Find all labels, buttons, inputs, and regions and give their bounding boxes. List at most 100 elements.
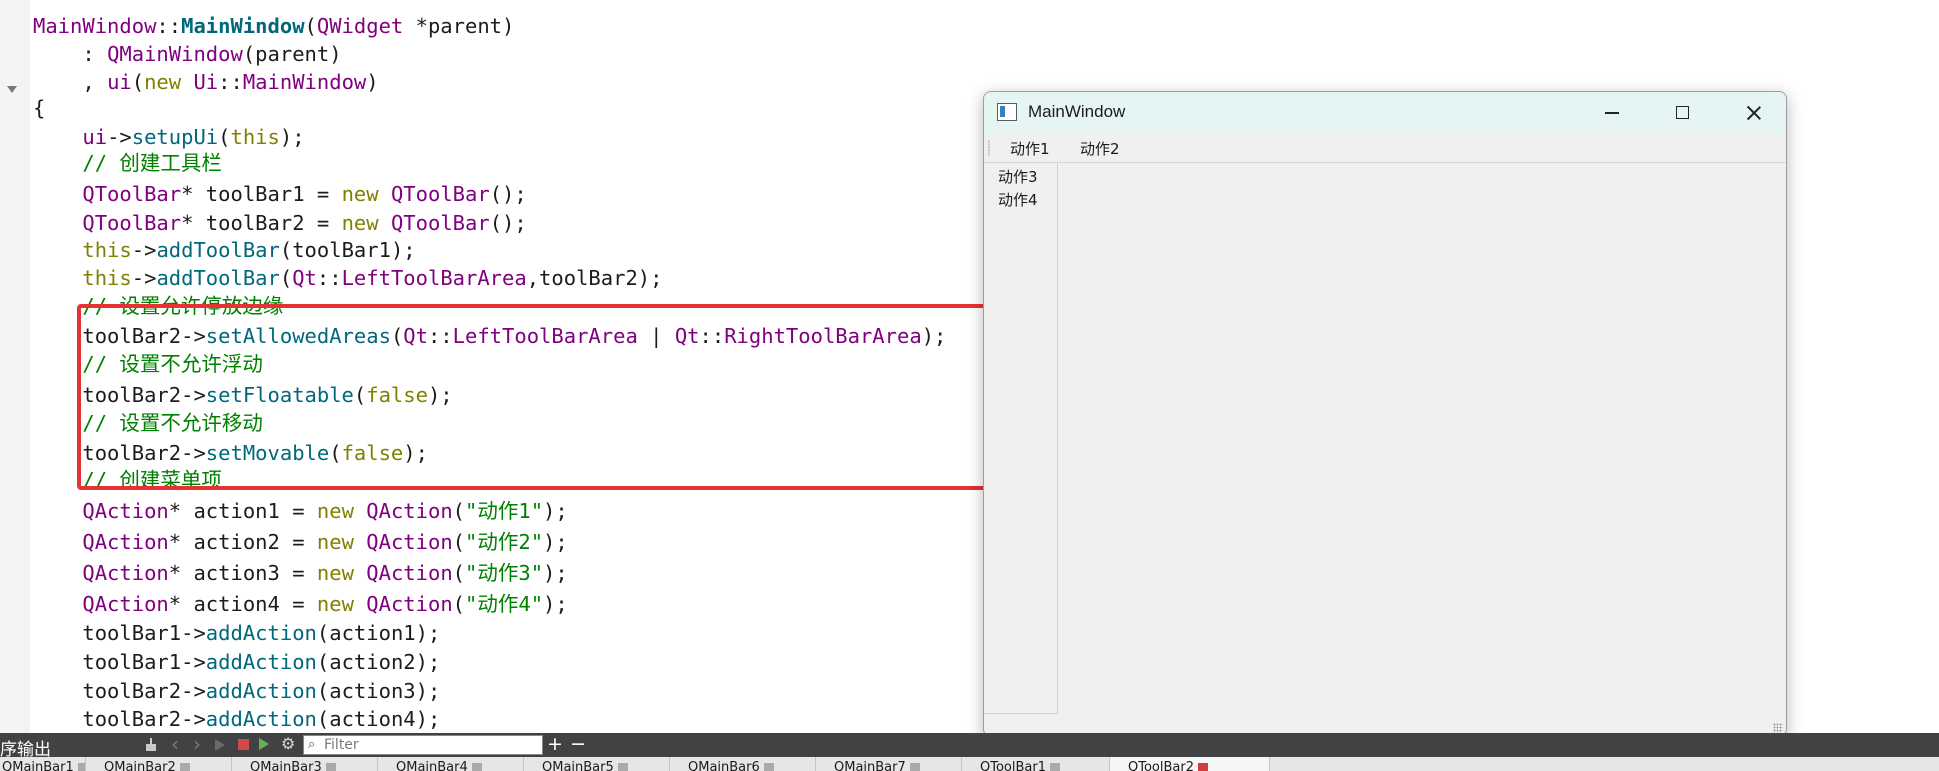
code-token: new xyxy=(316,530,354,554)
output-tab[interactable]: QMainBar7 xyxy=(816,757,962,771)
code-line: toolBar2->addAction(action4); xyxy=(33,706,440,732)
close-icon[interactable] xyxy=(1718,92,1786,134)
output-tab-label: QMainBar7 xyxy=(834,760,906,771)
code-token: -> xyxy=(107,125,132,149)
code-token: addToolBar xyxy=(156,238,280,262)
code-token: QAction xyxy=(82,499,169,523)
code-token: MainWindow xyxy=(33,14,157,38)
code-line: toolBar2->addAction(action3); xyxy=(33,678,440,704)
output-tab[interactable]: QMainBar6 xyxy=(670,757,816,771)
tab-close-icon[interactable] xyxy=(909,763,920,771)
tab-close-icon[interactable] xyxy=(325,763,336,771)
toolbar-action-3[interactable]: 动作3 xyxy=(998,166,1038,187)
code-line: QAction* action1 = new QAction("动作1"); xyxy=(33,498,567,524)
run-icon[interactable] xyxy=(215,739,225,751)
output-tab[interactable]: QMainBar1 xyxy=(0,757,86,771)
code-token: * action3 = xyxy=(168,561,317,585)
code-token: toolBar1-> xyxy=(33,621,206,645)
code-token: ( xyxy=(452,592,466,616)
zoom-in-button[interactable]: + xyxy=(547,733,563,755)
code-token: LeftToolBarArea xyxy=(341,266,527,290)
settings-icon[interactable]: ⚙ xyxy=(281,734,295,753)
toolbar-action-4[interactable]: 动作4 xyxy=(998,189,1038,210)
toolbar-action-2[interactable]: 动作2 xyxy=(1080,138,1120,159)
code-token: (action3); xyxy=(316,679,441,703)
output-tab[interactable]: QMainBar4 xyxy=(378,757,524,771)
code-token: ( xyxy=(131,70,145,94)
code-token: (action2); xyxy=(316,650,441,674)
clear-icon[interactable] xyxy=(145,738,157,752)
code-token: QAction xyxy=(366,561,453,585)
output-tab[interactable]: QToolBar1 xyxy=(962,757,1110,771)
code-token: , xyxy=(33,70,108,94)
code-token: QToolBar xyxy=(82,211,182,235)
code-token: * action4 = xyxy=(168,592,317,616)
tab-close-icon[interactable] xyxy=(1197,763,1208,771)
code-token: QMainWindow xyxy=(107,42,243,66)
mainwindow-app[interactable]: MainWindow 动作1 动作2 动作3 动作4 xyxy=(983,91,1787,737)
code-token: this xyxy=(230,125,280,149)
code-token: this xyxy=(82,266,132,290)
output-tab-label: QMainBar2 xyxy=(104,760,176,771)
code-token: (action4); xyxy=(316,707,441,731)
code-token: QToolBar xyxy=(390,182,490,206)
code-token: * action2 = xyxy=(168,530,317,554)
output-tab-label: QMainBar3 xyxy=(250,760,322,771)
code-token: "动作1" xyxy=(465,499,544,523)
code-token: * action1 = xyxy=(168,499,317,523)
editor-gutter xyxy=(0,0,30,733)
code-token: :: xyxy=(316,266,342,290)
fold-arrow-icon[interactable] xyxy=(7,86,17,93)
code-token: // 创建工具栏 xyxy=(33,151,222,175)
toolbar-action-1[interactable]: 动作1 xyxy=(1010,138,1050,159)
output-tab[interactable]: QMainBar2 xyxy=(86,757,232,771)
stop-icon[interactable] xyxy=(238,739,249,750)
code-token: addAction xyxy=(205,621,317,645)
code-token: QToolBar xyxy=(390,211,490,235)
rerun-icon[interactable] xyxy=(259,738,269,750)
code-line: toolBar1->addAction(action1); xyxy=(33,620,440,646)
window-title: MainWindow xyxy=(1028,102,1126,121)
output-tab[interactable]: QMainBar3 xyxy=(232,757,378,771)
filter-input[interactable] xyxy=(324,737,534,753)
code-token: QAction xyxy=(366,530,453,554)
code-token: ( xyxy=(452,499,466,523)
next-icon[interactable] xyxy=(193,732,205,756)
code-line: this->addToolBar(Qt::LeftToolBarArea,too… xyxy=(33,265,662,291)
previous-icon[interactable] xyxy=(171,732,183,756)
toolbar-left: 动作3 动作4 xyxy=(984,163,1058,714)
title-bar[interactable]: MainWindow xyxy=(984,92,1786,134)
minimize-icon[interactable] xyxy=(1577,92,1645,134)
toolbar-handle-icon[interactable] xyxy=(988,140,990,156)
tab-close-icon[interactable] xyxy=(471,763,482,771)
tab-close-icon[interactable] xyxy=(77,763,85,771)
code-token: new xyxy=(341,182,379,206)
code-line: , ui(new Ui::MainWindow) xyxy=(33,69,378,95)
size-grip-icon[interactable] xyxy=(1773,723,1783,733)
tab-close-icon[interactable] xyxy=(1049,763,1060,771)
code-token: QToolBar xyxy=(82,182,182,206)
code-token: new xyxy=(341,211,379,235)
zoom-out-button[interactable]: − xyxy=(570,733,586,755)
tab-close-icon[interactable] xyxy=(763,763,774,771)
filter-box[interactable]: ⌕ xyxy=(303,735,543,755)
code-token: : xyxy=(33,42,108,66)
app-window-icon xyxy=(997,103,1017,121)
output-tab[interactable]: QMainBar5 xyxy=(524,757,670,771)
output-tab[interactable]: QToolBar2 xyxy=(1110,757,1270,771)
code-token: new xyxy=(144,70,182,94)
output-tab-label: QMainBar6 xyxy=(688,760,760,771)
code-token: ( xyxy=(279,266,293,290)
tab-close-icon[interactable] xyxy=(617,763,628,771)
maximize-icon[interactable] xyxy=(1648,92,1716,134)
tab-close-icon[interactable] xyxy=(179,763,190,771)
code-token: ); xyxy=(543,561,568,585)
code-token: "动作2" xyxy=(465,530,544,554)
